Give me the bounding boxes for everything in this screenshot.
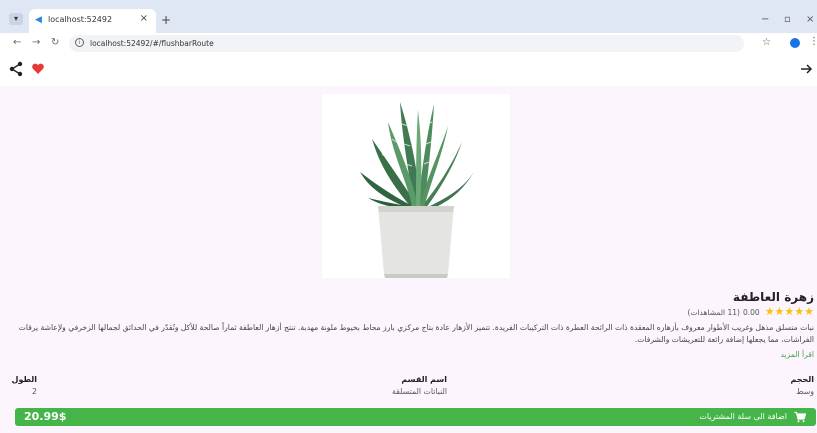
close-window-button[interactable]: × — [806, 14, 814, 26]
rating-value: 0.00 — [742, 307, 760, 317]
browser-tab[interactable]: ◀ localhost:52492 × — [29, 9, 156, 33]
url-text[interactable]: localhost:52492/#/flushbarRoute — [90, 39, 214, 48]
forward-icon[interactable]: → — [32, 37, 40, 49]
height-label: الطول — [11, 375, 38, 384]
address-bar-row: ← → ↻ i localhost:52492/#/flushbarRoute … — [0, 33, 817, 54]
favorite-heart-icon[interactable] — [31, 61, 45, 77]
height-value: 2 — [32, 387, 37, 396]
size-value: وسط — [796, 387, 814, 396]
url-field[interactable]: i localhost:52492/#/flushbarRoute — [69, 35, 744, 52]
bookmark-star-icon[interactable]: ☆ — [762, 37, 771, 49]
product-price: 20.99$ — [24, 410, 67, 423]
rating-stars-icon: ★★★★★ — [764, 305, 814, 318]
forward-arrow-icon[interactable] — [799, 61, 813, 77]
profile-avatar-icon[interactable] — [790, 38, 800, 48]
tab-title: localhost:52492 — [48, 15, 113, 24]
tab-search-button[interactable]: ▾ — [9, 13, 23, 25]
category-value: النباتات المتسلقة — [391, 387, 447, 396]
add-to-cart-button[interactable]: 20.99$ اضافة الى سلة المشتريات — [15, 408, 816, 426]
rating-views: (11 المشاهدات) — [687, 307, 740, 317]
browser-menu-icon[interactable]: ⋮ — [809, 36, 817, 48]
new-tab-button[interactable]: + — [161, 14, 171, 26]
flutter-favicon-icon: ◀ — [35, 15, 42, 25]
share-icon[interactable] — [9, 61, 23, 77]
app-bar — [0, 54, 817, 86]
back-icon[interactable]: ← — [13, 37, 21, 49]
add-to-cart-label: اضافة الى سلة المشتريات — [699, 412, 787, 421]
product-description: نبات متسلق مذهل وغريب الأطوار معروف بأزه… — [18, 323, 814, 344]
product-title: زهرة العاطفة — [732, 290, 814, 304]
category-label: اسم القسم — [401, 375, 447, 384]
read-more-link[interactable]: اقرأ المزيد — [780, 350, 814, 359]
size-label: الحجم — [790, 375, 814, 384]
minimize-button[interactable]: − — [761, 14, 769, 26]
rating-row: ★★★★★ 0.00 (11 المشاهدات) — [687, 306, 814, 318]
plant-product-image — [322, 94, 510, 278]
shopping-cart-icon — [794, 411, 806, 423]
restore-button[interactable]: ▫ — [784, 14, 791, 26]
tab-close-icon[interactable]: × — [140, 13, 148, 24]
reload-icon[interactable]: ↻ — [51, 37, 59, 49]
product-details: زهرة العاطفة ★★★★★ 0.00 (11 المشاهدات) ن… — [0, 86, 817, 433]
browser-tab-bar: ▾ ◀ localhost:52492 × + − ▫ × — [0, 0, 817, 33]
site-info-icon[interactable]: i — [75, 38, 84, 47]
